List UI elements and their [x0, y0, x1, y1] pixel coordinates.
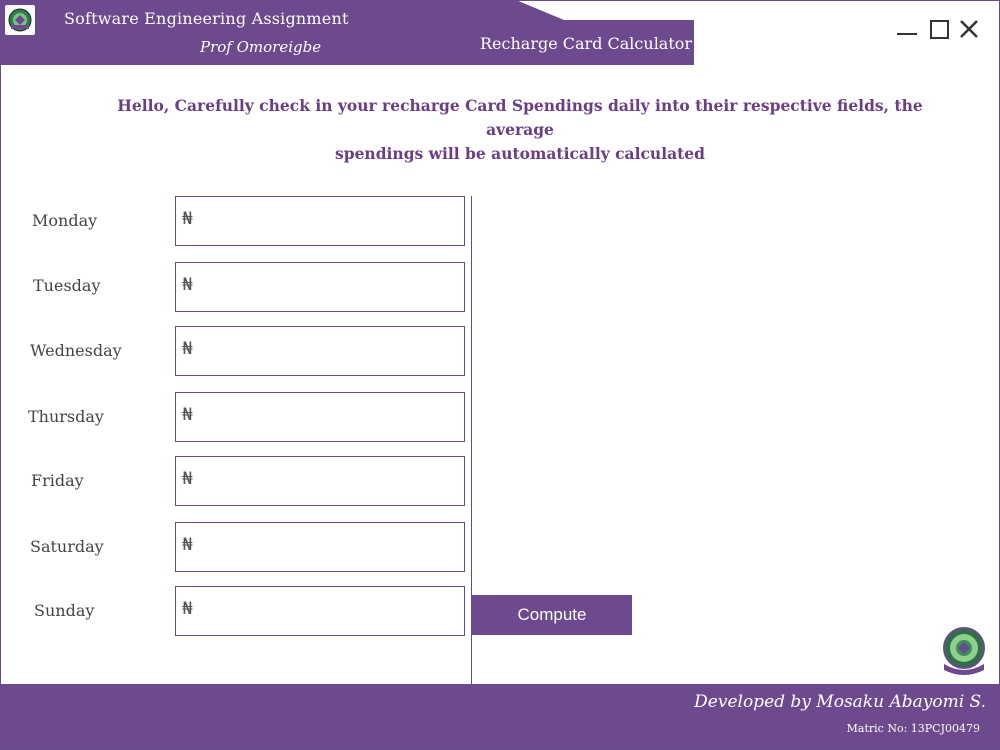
naira-symbol: ₦ [182, 275, 193, 295]
field-wednesday[interactable]: ₦ [175, 326, 465, 376]
field-sunday[interactable]: ₦ [175, 586, 465, 636]
matric-number: Matric No: 13PCJ00479 [846, 722, 980, 735]
maximize-button[interactable] [926, 16, 952, 42]
friday-input[interactable] [204, 465, 458, 497]
university-logo-icon [940, 624, 988, 678]
university-crest-icon [5, 5, 35, 35]
field-tuesday[interactable]: ₦ [175, 262, 465, 312]
professor-name: Prof Omoreigbe [200, 38, 322, 56]
naira-symbol: ₦ [182, 535, 193, 555]
naira-symbol: ₦ [182, 599, 193, 619]
naira-symbol: ₦ [182, 209, 193, 229]
app-title: Software Engineering Assignment [64, 9, 349, 28]
naira-symbol: ₦ [182, 469, 193, 489]
minimize-button[interactable] [894, 16, 920, 42]
instructions-line-2: spendings will be automatically calculat… [335, 144, 705, 163]
field-saturday[interactable]: ₦ [175, 522, 465, 572]
sunday-input[interactable] [204, 595, 458, 627]
tuesday-input[interactable] [204, 271, 458, 303]
close-icon [960, 20, 978, 38]
naira-symbol: ₦ [182, 339, 193, 359]
wednesday-input[interactable] [204, 335, 458, 367]
thursday-input[interactable] [204, 401, 458, 433]
instructions-line-1: Hello, Carefully check in your recharge … [117, 96, 923, 139]
maximize-icon [930, 20, 949, 39]
label-wednesday: Wednesday [30, 341, 122, 360]
minimize-icon [897, 33, 917, 35]
developer-credit: Developed by Mosaku Abayomi S. [694, 692, 986, 712]
compute-button[interactable]: Compute [472, 595, 632, 635]
field-monday[interactable]: ₦ [175, 196, 465, 246]
saturday-input[interactable] [204, 531, 458, 563]
label-saturday: Saturday [30, 537, 104, 556]
instructions-text: Hello, Carefully check in your recharge … [110, 94, 930, 166]
label-tuesday: Tuesday [33, 276, 101, 295]
naira-symbol: ₦ [182, 405, 193, 425]
field-thursday[interactable]: ₦ [175, 392, 465, 442]
label-friday: Friday [31, 471, 84, 490]
monday-input[interactable] [204, 205, 458, 237]
label-thursday: Thursday [28, 407, 104, 426]
label-sunday: Sunday [34, 601, 95, 620]
footer: Developed by Mosaku Abayomi S. Matric No… [0, 684, 1000, 750]
close-button[interactable] [956, 16, 982, 42]
label-monday: Monday [32, 211, 98, 230]
app-name: Recharge Card Calculator [480, 34, 693, 53]
field-friday[interactable]: ₦ [175, 456, 465, 506]
